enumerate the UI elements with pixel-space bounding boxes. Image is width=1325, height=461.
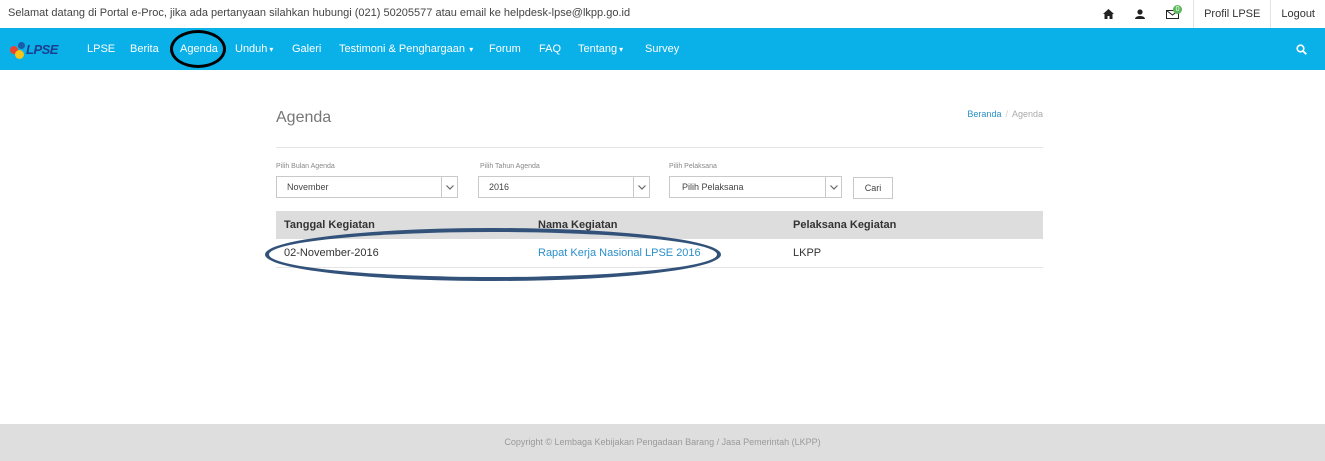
caret-down-icon: ▾	[619, 45, 624, 54]
nav-unduh-label: Unduh	[235, 43, 268, 55]
bulan-label: Pilih Bulan Agenda	[276, 163, 335, 170]
caret-down-icon: ▾	[269, 45, 274, 54]
footer-copyright: Copyright © Lembaga Kebijakan Pengadaan …	[504, 437, 821, 447]
lpse-logo[interactable]: LPSE	[10, 40, 66, 60]
agenda-highlight-circle	[170, 30, 226, 68]
home-icon[interactable]	[1097, 0, 1119, 28]
page-title: Agenda	[276, 109, 332, 126]
nav-berita[interactable]: Berita	[130, 28, 159, 70]
mail-icon[interactable]: 0	[1161, 0, 1183, 28]
chevron-down-icon	[825, 177, 841, 197]
user-icon[interactable]	[1129, 0, 1151, 28]
welcome-message: Selamat datang di Portal e-Proc, jika ad…	[8, 7, 631, 19]
logo-dot-blue	[18, 42, 25, 49]
pelaksana-label: Pilih Pelaksana	[669, 163, 717, 170]
top-bar: Selamat datang di Portal e-Proc, jika ad…	[0, 0, 1325, 28]
breadcrumb: Beranda / Agenda	[967, 109, 1043, 119]
caret-down-icon: ▾	[466, 45, 474, 54]
tahun-value: 2016	[489, 182, 510, 192]
nav-unduh[interactable]: Unduh ▾	[235, 28, 273, 70]
profil-lpse-link[interactable]: Profil LPSE	[1193, 0, 1270, 28]
breadcrumb-home[interactable]: Beranda	[967, 109, 1001, 119]
pelaksana-value: Pilih Pelaksana	[682, 182, 744, 192]
chevron-down-icon	[633, 177, 649, 197]
nav-survey[interactable]: Survey	[645, 28, 679, 70]
nav-testimoni-label: Testimoni & Penghargaan	[339, 43, 465, 55]
top-right-links: 0 Profil LPSE Logout	[1097, 0, 1325, 28]
bulan-value: November	[287, 182, 329, 192]
nav-tentang-label: Tentang	[578, 43, 618, 55]
tahun-select[interactable]: 2016	[478, 176, 650, 198]
mail-badge: 0	[1173, 5, 1183, 14]
bulan-select[interactable]: November	[276, 176, 458, 198]
chevron-down-icon	[441, 177, 457, 197]
logo-text: LPSE	[26, 42, 58, 57]
nav-testimoni[interactable]: Testimoni & Penghargaan ▾	[339, 28, 473, 70]
search-icon[interactable]	[1296, 42, 1307, 60]
pelaksana-select[interactable]: Pilih Pelaksana	[669, 176, 842, 198]
logo-dot-yellow	[15, 50, 24, 59]
logout-link[interactable]: Logout	[1270, 0, 1325, 28]
nav-faq[interactable]: FAQ	[539, 28, 561, 70]
nav-lpse[interactable]: LPSE	[87, 28, 115, 70]
breadcrumb-separator: /	[1005, 109, 1008, 119]
nav-galeri[interactable]: Galeri	[292, 28, 321, 70]
breadcrumb-current: Agenda	[1011, 109, 1043, 119]
cell-pelaksana: LKPP	[793, 247, 822, 259]
footer: Copyright © Lembaga Kebijakan Pengadaan …	[0, 424, 1325, 461]
tahun-label: Pilih Tahun Agenda	[480, 163, 540, 170]
row-highlight-oval	[265, 228, 721, 281]
nav-forum[interactable]: Forum	[489, 28, 521, 70]
nav-tentang[interactable]: Tentang ▾	[578, 28, 623, 70]
header-pelaksana: Pelaksana Kegiatan	[793, 219, 897, 231]
cari-button[interactable]: Cari	[853, 177, 893, 199]
header-divider	[276, 147, 1043, 148]
